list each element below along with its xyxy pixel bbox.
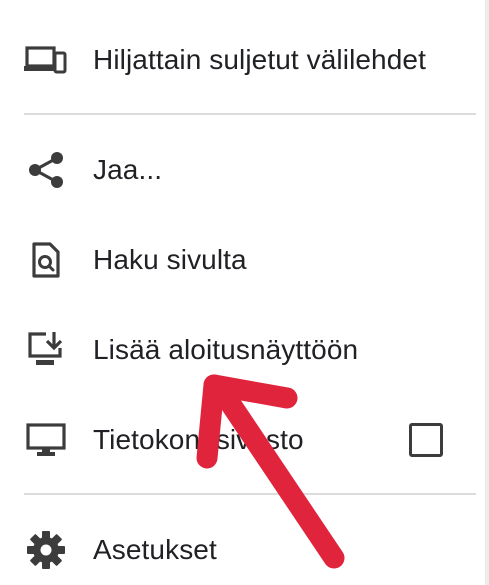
menu-item-settings[interactable]: Asetukset: [0, 507, 484, 585]
menu-item-label: Tietokonesivusto: [93, 424, 304, 455]
browser-overflow-menu: Hiljattain suljetut välilehdet Jaa... Ha…: [0, 0, 489, 585]
menu-panel-edge: [485, 0, 489, 585]
menu-item-find-in-page[interactable]: Haku sivulta: [0, 217, 484, 303]
menu-divider: [24, 113, 476, 115]
desktop-icon: [24, 418, 68, 462]
menu-item-share[interactable]: Jaa...: [0, 127, 484, 213]
menu-item-add-to-home[interactable]: Lisää aloitusnäyttöön: [0, 307, 484, 393]
find-in-page-icon: [24, 238, 68, 282]
menu-item-label: Hiljattain suljetut välilehdet: [93, 44, 426, 75]
menu-item-recent-tabs[interactable]: Hiljattain suljetut välilehdet: [0, 17, 484, 103]
menu-divider: [24, 493, 476, 495]
menu-item-desktop-site[interactable]: Tietokonesivusto: [0, 397, 484, 483]
gear-icon: [24, 528, 68, 572]
menu-item-label: Jaa...: [93, 154, 163, 185]
desktop-site-checkbox[interactable]: [409, 423, 443, 457]
menu-item-label: Lisää aloitusnäyttöön: [93, 334, 359, 365]
menu-item-label: Haku sivulta: [93, 244, 247, 275]
devices-icon: [24, 38, 68, 82]
share-icon: [24, 148, 68, 192]
add-to-home-screen-icon: [24, 328, 68, 372]
menu-item-label: Asetukset: [93, 534, 217, 565]
